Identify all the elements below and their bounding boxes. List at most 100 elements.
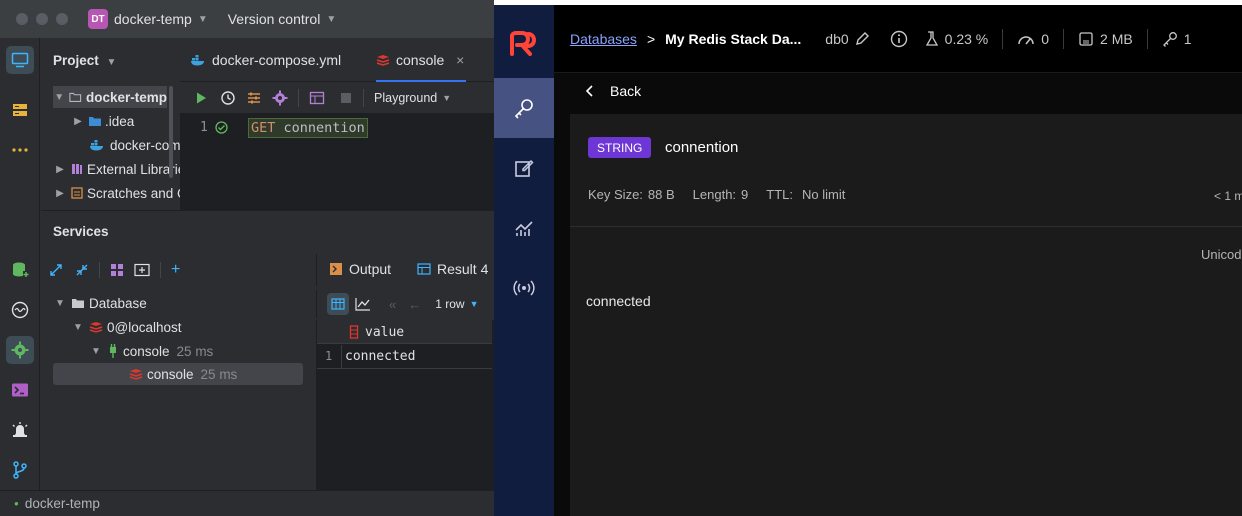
prev-page-icon[interactable]: ←	[408, 297, 421, 312]
stop-icon[interactable]	[339, 91, 353, 105]
notifications-button[interactable]	[6, 416, 34, 444]
code-statement[interactable]: GET connention	[248, 118, 368, 138]
db-index-label: db0	[825, 30, 849, 47]
minimize-window-button[interactable]	[36, 13, 48, 25]
service-console-result[interactable]: console 25 ms	[53, 363, 303, 385]
breadcrumb-databases[interactable]: Databases	[570, 31, 637, 47]
expand-icon[interactable]	[49, 263, 63, 277]
screen-icon	[11, 52, 29, 68]
chevron-right-icon[interactable]: ▶	[53, 164, 67, 175]
group-icon[interactable]	[110, 263, 124, 277]
library-icon	[72, 164, 82, 174]
redis-console-icon	[376, 55, 390, 66]
redis-logo[interactable]	[494, 17, 554, 71]
first-page-icon[interactable]: «	[389, 297, 396, 312]
chevron-down-icon[interactable]: ▼	[470, 299, 479, 309]
run-icon[interactable]	[194, 91, 208, 105]
tab-console[interactable]: console ×	[376, 38, 467, 82]
project-scrollbar[interactable]	[169, 86, 173, 178]
new-tab-icon[interactable]	[134, 263, 150, 277]
plug-icon	[110, 344, 116, 358]
status-project[interactable]: docker-temp	[25, 496, 100, 511]
cell-value[interactable]: connected	[345, 349, 415, 364]
chevron-right-icon[interactable]: ▶	[71, 116, 85, 127]
breadcrumb-db-name[interactable]: My Redis Stack Da...	[665, 31, 801, 47]
notification-icon	[12, 422, 28, 437]
redis-icon	[129, 369, 143, 380]
info-icon[interactable]	[890, 30, 908, 48]
table-row[interactable]: 1 connected	[317, 345, 492, 369]
back-chevron-icon	[585, 85, 593, 97]
back-button[interactable]: Back	[570, 78, 641, 104]
tab-docker-compose[interactable]: docker-compose.yml	[190, 38, 341, 82]
service-console-session[interactable]: ▼ console 25 ms	[89, 340, 213, 362]
table-icon	[417, 263, 431, 275]
rows-count[interactable]: 1 row	[435, 297, 464, 311]
tree-item-idea[interactable]: ▶ .idea	[71, 110, 134, 132]
add-service-button[interactable]: +	[171, 261, 180, 279]
key-name[interactable]: connention	[665, 139, 738, 156]
key-length-value: 9	[741, 187, 749, 202]
memory-stat: 2 MB	[1078, 31, 1133, 47]
close-icon[interactable]: ×	[456, 52, 464, 68]
database-add-button[interactable]	[6, 256, 34, 284]
redis-nav-rail	[494, 5, 554, 516]
nav-pubsub[interactable]	[494, 258, 554, 318]
gear-icon	[11, 341, 29, 359]
playground-select[interactable]: Playground	[374, 91, 437, 105]
chevron-down-icon[interactable]: ▼	[326, 14, 336, 25]
chevron-down-icon[interactable]: ▼	[71, 322, 85, 333]
encoding-select[interactable]: Unicode	[1201, 247, 1242, 262]
project-name[interactable]: docker-temp	[114, 11, 192, 27]
tx-settings-icon[interactable]	[246, 90, 262, 106]
terminal-tool-button[interactable]	[6, 376, 34, 404]
table-icon[interactable]	[309, 90, 325, 106]
project-badge[interactable]: DT	[88, 9, 108, 29]
tab-label: console	[396, 52, 445, 68]
tab-result[interactable]: Result 4	[417, 261, 488, 277]
more-tools-button[interactable]	[6, 136, 34, 164]
nav-analysis[interactable]	[494, 198, 554, 258]
key-ttl[interactable]: TTL: No limit	[766, 187, 845, 202]
chevron-down-icon[interactable]: ▼	[53, 298, 67, 309]
tab-output[interactable]: Output	[329, 261, 391, 277]
pubsub-icon	[513, 280, 535, 296]
scratch-icon	[71, 187, 83, 199]
tree-item-project-root[interactable]: ▼ docker-temp	[53, 86, 167, 108]
nav-browser[interactable]	[494, 78, 554, 138]
code-editor[interactable]: 1 GET connention	[180, 113, 494, 210]
keys-stat: 1	[1162, 31, 1192, 47]
settings-icon[interactable]	[272, 90, 288, 106]
nav-workbench[interactable]	[494, 138, 554, 198]
grid-view-button[interactable]	[327, 293, 349, 315]
chevron-down-icon[interactable]: ▼	[89, 346, 103, 357]
wave-tool-button[interactable]	[6, 296, 34, 324]
project-tool-button[interactable]	[6, 46, 34, 74]
close-window-button[interactable]	[16, 13, 28, 25]
version-control-menu[interactable]: Version control	[228, 11, 321, 27]
key-size-value: 88 B	[647, 187, 675, 202]
project-pane-title[interactable]: Project ▼	[53, 53, 116, 68]
database-tool-button[interactable]	[6, 96, 34, 124]
folder-icon	[69, 92, 82, 102]
service-duration: 25 ms	[200, 366, 238, 382]
collapse-icon[interactable]	[75, 263, 89, 277]
keys-icon	[1162, 31, 1177, 47]
ide-title-bar: DT docker-temp ▼ Version control ▼	[0, 0, 494, 38]
chevron-down-icon[interactable]: ▼	[198, 14, 208, 25]
chart-view-icon[interactable]	[355, 297, 371, 311]
history-icon[interactable]	[220, 90, 236, 106]
services-tool-button[interactable]	[6, 336, 34, 364]
chevron-down-icon[interactable]: ▼	[442, 93, 451, 103]
service-database[interactable]: ▼ Database	[53, 292, 147, 314]
service-localhost[interactable]: ▼ 0@localhost	[71, 316, 181, 338]
key-length-label: Length:	[692, 187, 737, 202]
chevron-right-icon[interactable]: ▶	[53, 188, 67, 199]
chevron-down-icon[interactable]: ▼	[53, 92, 65, 103]
column-header-value[interactable]: value	[365, 325, 404, 340]
zoom-window-button[interactable]	[56, 13, 68, 25]
git-tool-button[interactable]	[6, 456, 34, 484]
key-value[interactable]: connected	[586, 293, 651, 309]
db-index[interactable]: db0	[825, 31, 869, 47]
redis-insight-window: Databases > My Redis Stack Da... db0 0.2…	[494, 0, 1242, 516]
